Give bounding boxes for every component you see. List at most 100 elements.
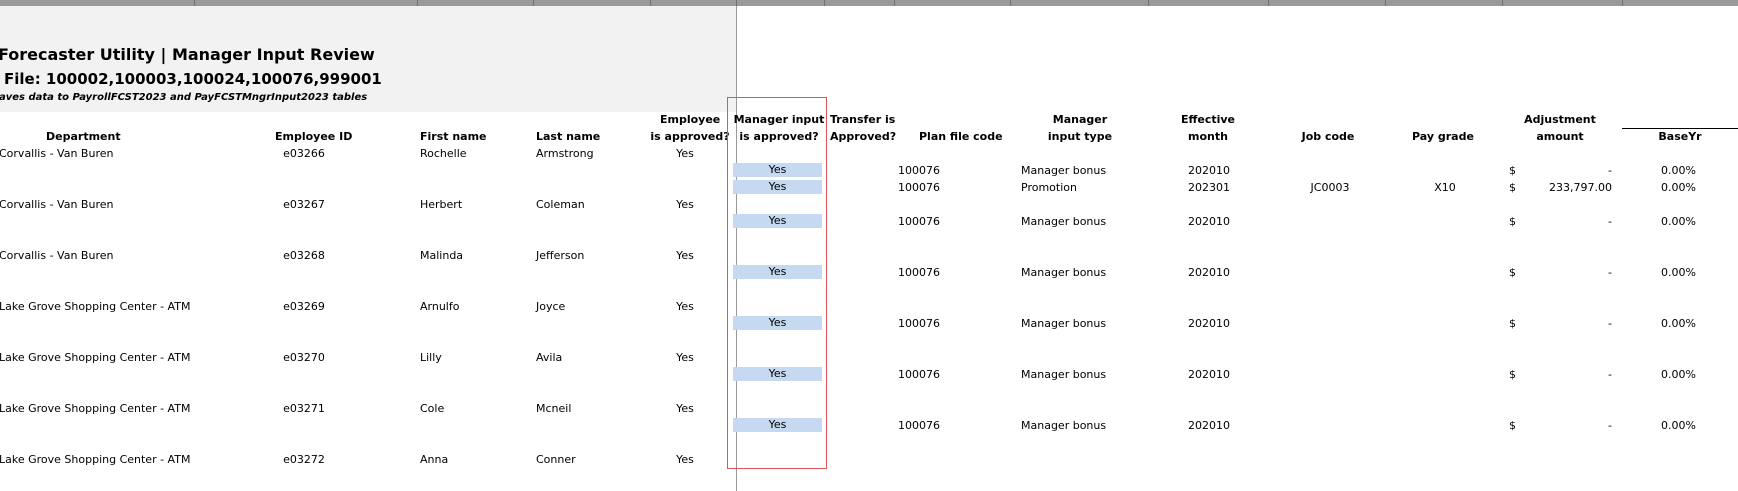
cell-plan-file: 100076 [898,317,940,330]
cell-employee-id: e03267 [283,198,325,211]
cell-department: Lake Grove Shopping Center - ATM [0,351,191,364]
spreadsheet-view: Forecaster Utility | Manager Input Revie… [0,0,1738,491]
save-note: aves data to PayrollFCST2023 and PayFCST… [0,92,368,103]
cell-adjustment-amount: 233,797.00 [1549,181,1612,194]
header-department: Department [46,130,121,143]
cell-last-name: Mcneil [536,402,572,415]
header-job-code: Job code [1301,130,1355,143]
cell-base-yr: 0.00% [1661,266,1696,279]
cell-employee-approved: Yes [676,198,694,211]
cell-employee-id: e03270 [283,351,325,364]
cell-effective-month: 202301 [1188,181,1230,194]
cell-employee-id: e03268 [283,249,325,262]
cell-employee-approved: Yes [676,300,694,313]
cell-currency: $ [1509,181,1516,194]
cell-input-type: Manager bonus [1021,419,1107,432]
manager-approval-highlight [727,97,827,469]
cell-employee-approved: Yes [676,351,694,364]
cell-first-name: Cole [420,402,445,415]
cell-adjustment-amount: - [1608,164,1612,177]
cell-effective-month: 202010 [1188,266,1230,279]
cell-last-name: Joyce [536,300,566,313]
header-input-type-line2: input type [1047,130,1113,143]
cell-plan-file: 100076 [898,215,940,228]
header-base-yr: BaseYr [1658,130,1702,143]
header-first-name: First name [420,130,487,143]
cell-input-type: Manager bonus [1021,215,1107,228]
header-plan-file-code: Plan file code [919,130,1003,143]
cell-employee-approved: Yes [676,249,694,262]
cell-department: Corvallis - Van Buren [0,249,114,262]
cell-base-yr: 0.00% [1661,215,1696,228]
cell-first-name: Lilly [420,351,442,364]
header-pay-grade: Pay grade [1412,130,1474,143]
cell-input-type: Promotion [1021,181,1077,194]
cell-effective-month: 202010 [1188,215,1230,228]
cell-base-yr: 0.00% [1661,317,1696,330]
cell-currency: $ [1509,419,1516,432]
header-effective-line1: Effective [1180,113,1236,126]
header-adjustment-line1: Adjustment [1524,113,1596,126]
cell-last-name: Jefferson [536,249,585,262]
cell-employee-id: e03269 [283,300,325,313]
header-employee-id: Employee ID [275,130,353,143]
cell-first-name: Arnulfo [420,300,460,313]
cell-base-yr: 0.00% [1661,164,1696,177]
file-list-title: File: 100002,100003,100024,100076,999001 [4,70,382,88]
cell-employee-id: e03272 [283,453,325,466]
cell-plan-file: 100076 [898,266,940,279]
cell-currency: $ [1509,266,1516,279]
cell-employee-approved: Yes [676,402,694,415]
cell-effective-month: 202010 [1188,419,1230,432]
cell-base-yr: 0.00% [1661,368,1696,381]
cell-department: Lake Grove Shopping Center - ATM [0,402,191,415]
cell-base-yr: 0.00% [1661,181,1696,194]
cell-department: Lake Grove Shopping Center - ATM [0,300,191,313]
cell-pay-grade: X10 [1434,181,1456,194]
cell-adjustment-amount: - [1608,368,1612,381]
cell-currency: $ [1509,368,1516,381]
cell-currency: $ [1509,317,1516,330]
cell-last-name: Avila [536,351,563,364]
cell-input-type: Manager bonus [1021,368,1107,381]
cell-input-type: Manager bonus [1021,164,1107,177]
header-transfer-line1: Transfer is [830,113,896,126]
header-employee-approved-line2: is approved? [650,130,730,143]
cell-adjustment-amount: - [1608,215,1612,228]
cell-department: Corvallis - Van Buren [0,198,114,211]
header-last-name: Last name [536,130,601,143]
cell-first-name: Herbert [420,198,463,211]
header-employee-approved-line1: Employee [660,113,721,126]
header-underline [1622,128,1738,129]
cell-last-name: Armstrong [536,147,594,160]
cell-base-yr: 0.00% [1661,419,1696,432]
cell-effective-month: 202010 [1188,164,1230,177]
cell-department: Lake Grove Shopping Center - ATM [0,453,191,466]
cell-effective-month: 202010 [1188,317,1230,330]
cell-input-type: Manager bonus [1021,266,1107,279]
cell-plan-file: 100076 [898,164,940,177]
cell-employee-id: e03266 [283,147,325,160]
cell-currency: $ [1509,215,1516,228]
header-input-type-line1: Manager [1052,113,1108,126]
cell-last-name: Coleman [536,198,585,211]
cell-adjustment-amount: - [1608,317,1612,330]
header-effective-line2: month [1188,130,1228,143]
cell-first-name: Rochelle [420,147,467,160]
cell-first-name: Anna [420,453,449,466]
page-title: Forecaster Utility | Manager Input Revie… [0,45,375,64]
cell-adjustment-amount: - [1608,419,1612,432]
cell-employee-approved: Yes [676,453,694,466]
cell-input-type: Manager bonus [1021,317,1107,330]
cell-employee-id: e03271 [283,402,325,415]
cell-adjustment-amount: - [1608,266,1612,279]
cell-job-code: JC0003 [1310,181,1350,194]
header-adjustment-line2: amount [1536,130,1584,143]
cell-effective-month: 202010 [1188,368,1230,381]
cell-plan-file: 100076 [898,181,940,194]
cell-first-name: Malinda [420,249,464,262]
cell-plan-file: 100076 [898,419,940,432]
header-transfer-line2: Approved? [830,130,897,143]
cell-last-name: Conner [536,453,576,466]
cell-employee-approved: Yes [676,147,694,160]
